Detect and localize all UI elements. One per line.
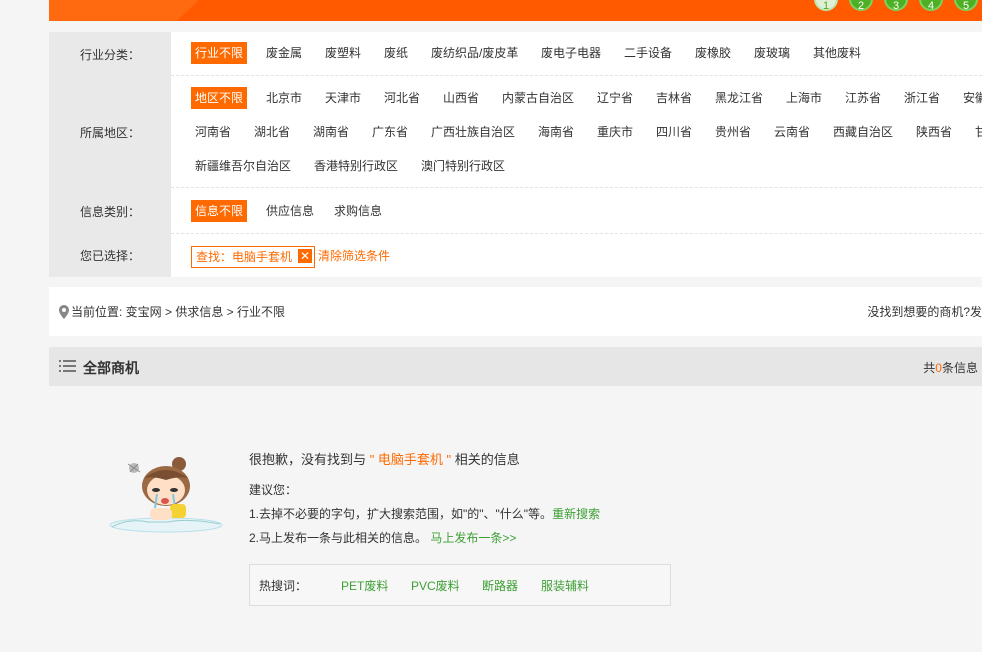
- region-option[interactable]: 四川省: [656, 121, 692, 143]
- region-option[interactable]: 香港特别行政区: [314, 155, 398, 177]
- remove-tag-icon[interactable]: ✕: [298, 249, 313, 263]
- result-count-suffix: 条信息: [941, 361, 978, 375]
- region-option[interactable]: 河南省: [195, 121, 231, 143]
- hot-search-box: 热搜词： PET废料 PVC废料 断路器 服装辅料: [249, 564, 671, 606]
- region-option[interactable]: 上海市: [786, 87, 822, 109]
- location-pin-icon: [59, 304, 69, 319]
- region-option[interactable]: 广西壮族自治区: [431, 121, 515, 143]
- info-type-filter-row: 信息类别： 信息不限 供应信息 求购信息: [49, 188, 982, 234]
- breadcrumb: 当前位置: 变宝网 > 供求信息 > 行业不限: [59, 303, 285, 320]
- industry-option[interactable]: 废金属: [266, 42, 302, 64]
- hot-keyword[interactable]: 服装辅料: [541, 577, 589, 594]
- hot-keyword[interactable]: PET废料: [341, 577, 388, 594]
- industry-option[interactable]: 二手设备: [624, 42, 672, 64]
- suggestion-1: 1.去掉不必要的字句，扩大搜索范围，如"的"、"什么"等。重新搜索: [249, 505, 600, 522]
- industry-option-all[interactable]: 行业不限: [191, 42, 248, 64]
- no-result-keyword: " 电脑手套机 ": [369, 452, 452, 467]
- region-option[interactable]: 安徽: [963, 87, 982, 109]
- breadcrumb-text[interactable]: 当前位置: 变宝网 > 供求信息 > 行业不限: [71, 303, 285, 320]
- banner-slant: [49, 0, 199, 21]
- region-option[interactable]: 云南省: [774, 121, 810, 143]
- region-option-all[interactable]: 地区不限: [191, 87, 248, 109]
- section-header: 全部商机 共0条信息: [49, 347, 982, 386]
- region-option[interactable]: 河北省: [384, 87, 420, 109]
- no-result-suffix: 相关的信息: [454, 452, 520, 467]
- region-option[interactable]: 山西省: [443, 87, 479, 109]
- region-option[interactable]: 江苏省: [845, 87, 881, 109]
- region-option[interactable]: 西藏自治区: [833, 121, 893, 143]
- industry-option[interactable]: 废玻璃: [754, 42, 790, 64]
- publish-now-link[interactable]: 马上发布一条>>: [430, 531, 516, 545]
- info-type-option-all[interactable]: 信息不限: [191, 200, 248, 222]
- chosen-filter-row: 您已选择： 查找：电脑手套机 ✕ 清除筛选条件: [49, 234, 982, 277]
- selected-keyword-tag: 查找：电脑手套机 ✕: [191, 246, 316, 268]
- chosen-label: 您已选择：: [49, 234, 171, 277]
- hot-keyword[interactable]: PVC废料: [411, 577, 460, 594]
- suggestion-1-text: 1.去掉不必要的字句，扩大搜索范围，如"的"、"什么"等。: [249, 507, 553, 521]
- section-title: 全部商机: [83, 360, 139, 376]
- filter-panel: 行业分类： 行业不限 废金属 废塑料 废纸 废纺织品/废皮革 废电子电器 二手设…: [49, 32, 982, 277]
- region-option[interactable]: 新疆维吾尔自治区: [195, 155, 291, 177]
- breadcrumb-bar: 当前位置: 变宝网 > 供求信息 > 行业不限 没找到想要的商机?发: [49, 287, 982, 336]
- top-banner: [49, 0, 982, 21]
- selected-keyword-text: 查找：电脑手套机: [196, 250, 293, 264]
- region-option[interactable]: 北京市: [266, 87, 302, 109]
- re-search-link[interactable]: 重新搜索: [552, 507, 600, 521]
- suggestion-2: 2.马上发布一条与此相关的信息。 马上发布一条>>: [249, 529, 516, 546]
- suggestion-title: 建议您：: [249, 483, 298, 497]
- region-option[interactable]: 黑龙江省: [715, 87, 763, 109]
- suggestion-2-text: 2.马上发布一条与此相关的信息。: [249, 531, 428, 545]
- region-option[interactable]: 天津市: [325, 87, 361, 109]
- region-option[interactable]: 陕西省: [916, 121, 952, 143]
- post-request-link[interactable]: 没找到想要的商机?发: [867, 303, 982, 320]
- industry-filter-row: 行业分类： 行业不限 废金属 废塑料 废纸 废纺织品/废皮革 废电子电器 二手设…: [49, 32, 982, 76]
- clear-filters-link[interactable]: 清除筛选条件: [318, 247, 390, 264]
- result-count: 共0条信息: [923, 359, 978, 376]
- region-option[interactable]: 浙江省: [904, 87, 940, 109]
- region-option[interactable]: 海南省: [538, 121, 574, 143]
- list-icon: [59, 360, 76, 372]
- region-option[interactable]: 贵州省: [715, 121, 751, 143]
- region-option[interactable]: 广东省: [372, 121, 408, 143]
- industry-label: 行业分类：: [49, 32, 171, 76]
- crying-girl-illustration: [109, 457, 223, 533]
- hot-keyword[interactable]: 断路器: [482, 577, 518, 594]
- industry-option[interactable]: 废电子电器: [541, 42, 601, 64]
- result-count-number: 0: [935, 361, 942, 375]
- region-option[interactable]: 澳门特别行政区: [421, 155, 505, 177]
- industry-option[interactable]: 废橡胶: [695, 42, 731, 64]
- region-option[interactable]: 内蒙古自治区: [502, 87, 574, 109]
- no-result-prefix: 很抱歉，没有找到与: [249, 452, 367, 467]
- hot-search-label: 热搜词：: [259, 579, 308, 593]
- region-label: 所属地区：: [49, 76, 171, 188]
- region-filter-row: 所属地区： 地区不限 北京市 天津市 河北省 山西省 内蒙古自治区 辽宁省 吉林…: [49, 76, 982, 188]
- info-type-option-supply[interactable]: 供应信息: [266, 200, 314, 222]
- info-type-label: 信息类别：: [49, 188, 171, 234]
- region-option[interactable]: 湖南省: [313, 121, 349, 143]
- industry-option[interactable]: 废塑料: [325, 42, 361, 64]
- region-option[interactable]: 辽宁省: [597, 87, 633, 109]
- no-result-message: 很抱歉，没有找到与 " 电脑手套机 " 相关的信息: [249, 449, 520, 468]
- region-option[interactable]: 吉林省: [656, 87, 692, 109]
- industry-option[interactable]: 其他废料: [813, 42, 861, 64]
- industry-option[interactable]: 废纸: [384, 42, 408, 64]
- info-type-option-purchase[interactable]: 求购信息: [334, 200, 382, 222]
- industry-option[interactable]: 废纺织品/废皮革: [431, 42, 518, 64]
- region-option[interactable]: 湖北省: [254, 121, 290, 143]
- region-option[interactable]: 重庆市: [597, 121, 633, 143]
- region-option[interactable]: 甘: [975, 121, 982, 143]
- result-count-prefix: 共: [923, 361, 936, 375]
